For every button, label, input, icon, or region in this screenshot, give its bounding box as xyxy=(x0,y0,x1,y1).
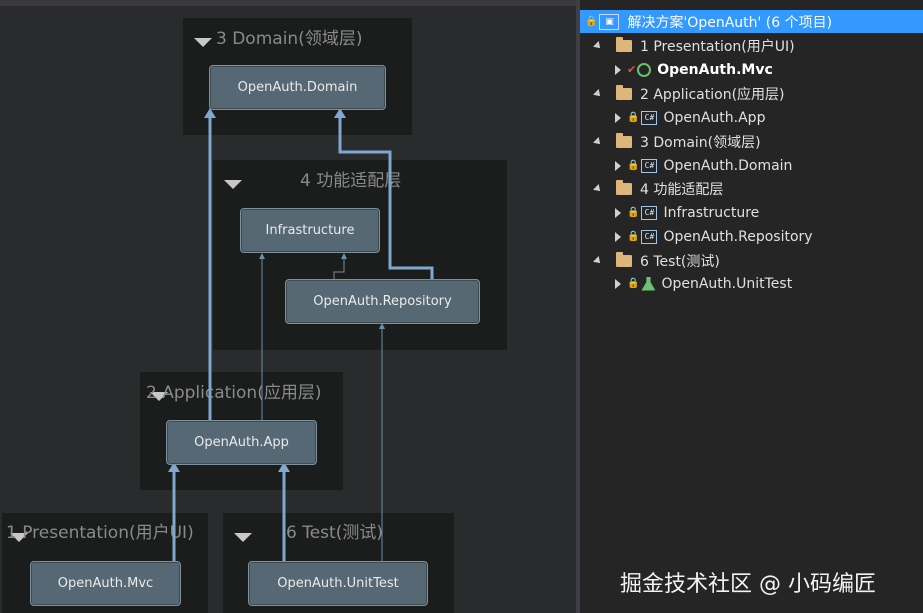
folder-icon xyxy=(616,36,632,52)
folder-row-presentation[interactable]: 1 Presentation(用户UI) xyxy=(580,34,923,57)
project-row-mvc[interactable]: ✔ OpenAuth.Mvc xyxy=(580,58,923,81)
project-label: OpenAuth.Domain xyxy=(663,157,793,174)
folder-row-test[interactable]: 6 Test(测试) xyxy=(580,249,923,272)
expand-down-icon[interactable] xyxy=(593,88,603,99)
lock-icon: 🔒 xyxy=(627,231,640,242)
csharp-project-icon: C# xyxy=(641,229,658,244)
folder-label: 2 Application(应用层) xyxy=(640,86,785,103)
collapse-adapter-icon[interactable] xyxy=(224,180,242,189)
folder-icon xyxy=(616,84,632,100)
collapse-domain-icon[interactable] xyxy=(194,38,212,47)
project-label: Infrastructure xyxy=(663,204,760,221)
csharp-project-icon: C# xyxy=(641,205,658,220)
node-openauth-mvc[interactable]: OpenAuth.Mvc xyxy=(30,561,181,606)
folder-label: 4 功能适配层 xyxy=(640,181,724,198)
folder-icon xyxy=(616,251,632,267)
lock-icon: 🔒 xyxy=(627,207,640,218)
layer-application-label: 2 Application(应用层) xyxy=(146,383,322,403)
lock-icon: 🔒 xyxy=(627,112,640,123)
expand-right-icon[interactable] xyxy=(615,112,621,123)
expand-down-icon[interactable] xyxy=(593,40,603,51)
folder-label: 6 Test(测试) xyxy=(640,253,720,270)
node-openauth-domain[interactable]: OpenAuth.Domain xyxy=(209,65,386,110)
folder-label: 1 Presentation(用户UI) xyxy=(640,38,795,55)
project-row-domain[interactable]: 🔒 C# OpenAuth.Domain xyxy=(580,154,923,177)
csharp-project-icon: C# xyxy=(641,158,658,173)
csharp-project-icon: C# xyxy=(641,110,658,125)
project-row-app[interactable]: 🔒 C# OpenAuth.App xyxy=(580,106,923,129)
project-label: OpenAuth.Mvc xyxy=(657,61,773,78)
folder-row-adapter[interactable]: 4 功能适配层 xyxy=(580,177,923,200)
lock-icon: 🔒 xyxy=(585,16,598,27)
node-openauth-unittest[interactable]: OpenAuth.UnitTest xyxy=(248,561,428,606)
solution-label: 解决方案'OpenAuth' (6 个项目) xyxy=(627,14,833,31)
folder-row-domain[interactable]: 3 Domain(领域层) xyxy=(580,130,923,153)
top-strip xyxy=(0,0,576,6)
dependency-diagram: 3 Domain(领域层) 4 功能适配层 2 Application(应用层)… xyxy=(0,0,576,613)
lock-icon: 🔒 xyxy=(627,278,640,289)
layer-adapter-label: 4 功能适配层 xyxy=(300,171,402,191)
solution-row[interactable]: 🔒 ▣ 解决方案'OpenAuth' (6 个项目) xyxy=(580,10,923,33)
collapse-test-icon[interactable] xyxy=(234,533,252,542)
checkmark-icon: ✔ xyxy=(627,63,637,76)
expand-right-icon[interactable] xyxy=(615,278,621,289)
layer-presentation-label: 1 Presentation(用户UI) xyxy=(6,523,194,543)
layer-domain-label: 3 Domain(领域层) xyxy=(216,29,363,49)
project-row-infrastructure[interactable]: 🔒 C# Infrastructure xyxy=(580,201,923,224)
expand-down-icon[interactable] xyxy=(593,136,603,147)
test-project-icon xyxy=(641,276,656,291)
project-row-repository[interactable]: 🔒 C# OpenAuth.Repository xyxy=(580,225,923,248)
project-label: OpenAuth.UnitTest xyxy=(661,275,793,292)
folder-label: 3 Domain(领域层) xyxy=(640,134,761,151)
node-infrastructure[interactable]: Infrastructure xyxy=(240,208,380,253)
node-openauth-app[interactable]: OpenAuth.App xyxy=(166,420,317,465)
project-label: OpenAuth.Repository xyxy=(663,228,813,245)
expand-right-icon[interactable] xyxy=(615,160,621,171)
lock-icon: 🔒 xyxy=(627,160,640,171)
solution-explorer: 🔒 ▣ 解决方案'OpenAuth' (6 个项目) 1 Presentatio… xyxy=(580,0,923,613)
expand-right-icon[interactable] xyxy=(615,207,621,218)
solution-icon: ▣ xyxy=(599,13,620,30)
watermark: 掘金技术社区 @ 小码编匠 xyxy=(620,572,876,597)
node-openauth-repository[interactable]: OpenAuth.Repository xyxy=(285,279,480,324)
layer-test-label: 6 Test(测试) xyxy=(286,523,383,543)
folder-row-application[interactable]: 2 Application(应用层) xyxy=(580,82,923,105)
folder-icon xyxy=(616,179,632,195)
expand-right-icon[interactable] xyxy=(615,64,621,75)
project-row-unittest[interactable]: 🔒 OpenAuth.UnitTest xyxy=(580,272,923,295)
web-project-icon xyxy=(637,62,652,77)
expand-right-icon[interactable] xyxy=(615,231,621,242)
expand-down-icon[interactable] xyxy=(593,183,603,194)
folder-icon xyxy=(616,132,632,148)
expand-down-icon[interactable] xyxy=(593,255,603,266)
project-label: OpenAuth.App xyxy=(663,109,766,126)
